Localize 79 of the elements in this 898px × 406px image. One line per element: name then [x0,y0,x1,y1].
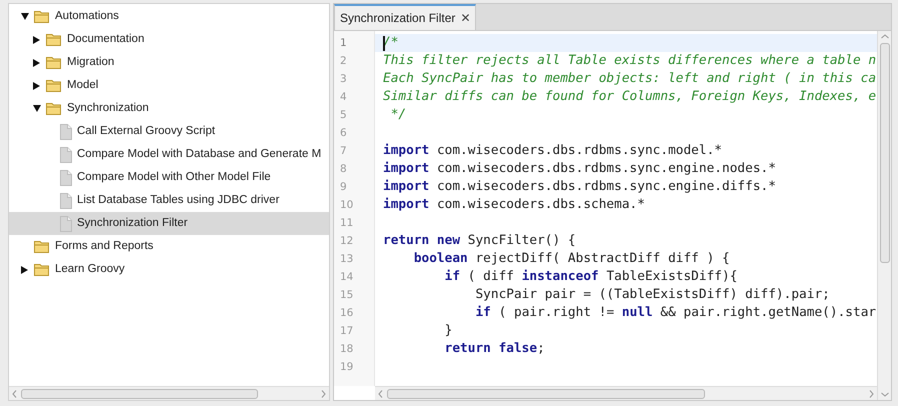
tree-item[interactable]: List Database Tables using JDBC driver [9,189,329,212]
horizontal-scrollbar[interactable] [9,386,329,400]
code-line: import com.wisecoders.dbs.rdbms.sync.model.* [383,142,722,160]
scrollbar-thumb[interactable] [21,388,258,398]
line-number: 12 [340,235,354,247]
tree-item[interactable]: Learn Groovy [9,258,329,281]
tree-item[interactable]: Documentation [9,28,329,51]
file-icon [60,146,72,162]
code-line: Similar diffs can be found for Columns, Foreign Keys, Indexes, e [383,88,876,106]
line-number: 1 [340,37,347,49]
code-line: Each SyncPair has to member objects: left and right ( in this ca [383,70,876,88]
code-line: boolean rejectDiff( AbstractDiff diff ) { [412,250,730,268]
tree-item[interactable]: Call External Groovy Script [9,120,329,143]
code-line: SyncPair pair = ((TableExistsDiff) diff).pair; [474,286,830,304]
scrollbar-thumb[interactable] [387,388,705,398]
line-number: 5 [340,109,347,121]
code-line: return false; [444,340,545,358]
scroll-right-icon[interactable] [869,390,874,398]
line-number: 18 [340,343,354,355]
line-number: 4 [340,91,347,103]
expand-arrow-icon[interactable] [33,36,40,44]
expand-arrow-icon[interactable] [33,82,40,90]
horizontal-scrollbar[interactable] [375,386,877,400]
folder-icon [46,102,62,115]
file-icon [60,170,72,186]
code-line: import com.wisecoders.dbs.schema.* [383,196,645,214]
scroll-down-icon[interactable] [880,392,888,397]
expand-arrow-icon[interactable] [21,266,28,274]
tree-item[interactable]: Automations [9,5,329,28]
code-line: This filter rejects all Table exists differences where a table n [383,52,876,70]
line-number: 16 [340,307,354,319]
code-line: return new SyncFilter() { [383,232,576,250]
file-icon [60,124,72,140]
scroll-left-icon[interactable] [12,390,17,398]
tree-item[interactable]: Model [9,74,329,97]
scrollbar-thumb[interactable] [880,43,890,263]
folder-icon [46,33,62,46]
tree-item[interactable]: Synchronization Filter [9,212,329,235]
line-number: 2 [340,55,347,67]
file-icon [60,192,72,208]
line-number: 19 [340,361,354,373]
tree-item[interactable]: Migration [9,51,329,74]
code-line: import com.wisecoders.dbs.rdbms.sync.engine.nodes.* [383,160,776,178]
editor-tab[interactable]: Synchronization Filter ✕ [334,4,476,30]
collapse-arrow-icon[interactable] [21,13,29,20]
line-number: 17 [340,325,354,337]
line-number: 10 [340,199,354,211]
scroll-right-icon[interactable] [321,390,326,398]
collapse-arrow-icon[interactable] [33,105,41,112]
scroll-left-icon[interactable] [378,390,383,398]
line-number: 7 [340,145,347,157]
folder-icon [34,10,50,23]
line-number: 9 [340,181,347,193]
code-line: import com.wisecoders.dbs.rdbms.sync.engine.diffs.* [383,178,776,196]
expand-arrow-icon[interactable] [33,58,40,66]
tree-item[interactable]: Forms and Reports [9,235,329,258]
code-line: } [444,322,452,340]
line-number: 8 [340,163,347,175]
close-button[interactable]: ✕ [460,9,470,27]
line-number: 13 [340,253,354,265]
tree-item[interactable]: Synchronization [9,97,329,120]
text-cursor [383,36,385,50]
folder-icon [34,263,50,276]
folder-icon [46,79,62,92]
code-line: */ [390,106,406,124]
file-icon [60,216,72,232]
line-number: 14 [340,271,354,283]
line-number: 15 [340,289,354,301]
tree-item[interactable]: Compare Model with Database and Generate M [9,143,329,166]
scroll-up-icon[interactable] [880,34,888,39]
vertical-scrollbar[interactable] [877,31,891,400]
line-number: 3 [340,73,347,85]
line-number: 11 [340,217,354,229]
folder-icon [34,240,50,253]
folder-icon [46,56,62,69]
code-line: if ( pair.right != null && pair.right.getName().star [474,304,876,322]
tree-item[interactable]: Compare Model with Other Model File [9,166,329,189]
line-number: 6 [340,127,347,139]
code-line: if ( diff instanceof TableExistsDiff){ [444,268,738,286]
